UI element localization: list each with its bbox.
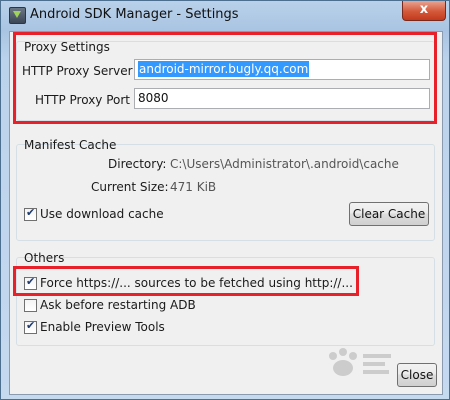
settings-window: Android SDK Manager - Settings x Proxy S…: [0, 0, 450, 400]
clear-cache-button[interactable]: Clear Cache: [349, 202, 429, 226]
http-proxy-port-input[interactable]: 8080: [134, 88, 430, 109]
force-http-label: Force https://... sources to be fetched …: [40, 276, 353, 290]
ask-restart-adb-checkbox[interactable]: [24, 299, 37, 312]
current-size-label: Current Size:: [91, 180, 169, 194]
http-proxy-server-label: HTTP Proxy Server: [22, 64, 133, 78]
window-title: Android SDK Manager - Settings: [30, 7, 239, 22]
http-proxy-port-label: HTTP Proxy Port: [35, 93, 130, 107]
current-size-value: 471 KiB: [170, 180, 217, 194]
title-bar[interactable]: Android SDK Manager - Settings x: [1, 1, 449, 31]
watermark-logo: [329, 348, 391, 376]
others-title: Others: [24, 251, 65, 265]
enable-preview-tools-checkbox[interactable]: [24, 319, 37, 334]
use-download-cache-label: Use download cache: [40, 207, 164, 221]
proxy-settings-title: Proxy Settings: [24, 40, 110, 54]
close-button[interactable]: Close: [397, 363, 437, 387]
window-close-icon[interactable]: x: [402, 1, 446, 21]
proxy-settings-group: Proxy Settings: [16, 40, 435, 121]
android-sdk-icon: [9, 7, 26, 24]
ask-restart-adb-label: Ask before restarting ADB: [40, 298, 196, 312]
directory-label: Directory:: [108, 157, 167, 171]
dialog-client-area: Proxy Settings HTTP Proxy Server android…: [9, 31, 443, 395]
force-http-checkbox[interactable]: [24, 275, 37, 290]
http-proxy-server-value: android-mirror.bugly.qq.com: [138, 61, 310, 77]
enable-preview-tools-label: Enable Preview Tools: [40, 320, 165, 334]
use-download-cache-checkbox[interactable]: [24, 206, 37, 221]
manifest-cache-title: Manifest Cache: [24, 138, 117, 152]
http-proxy-server-input[interactable]: android-mirror.bugly.qq.com: [134, 59, 430, 80]
directory-value: C:\Users\Administrator\.android\cache: [170, 157, 399, 171]
